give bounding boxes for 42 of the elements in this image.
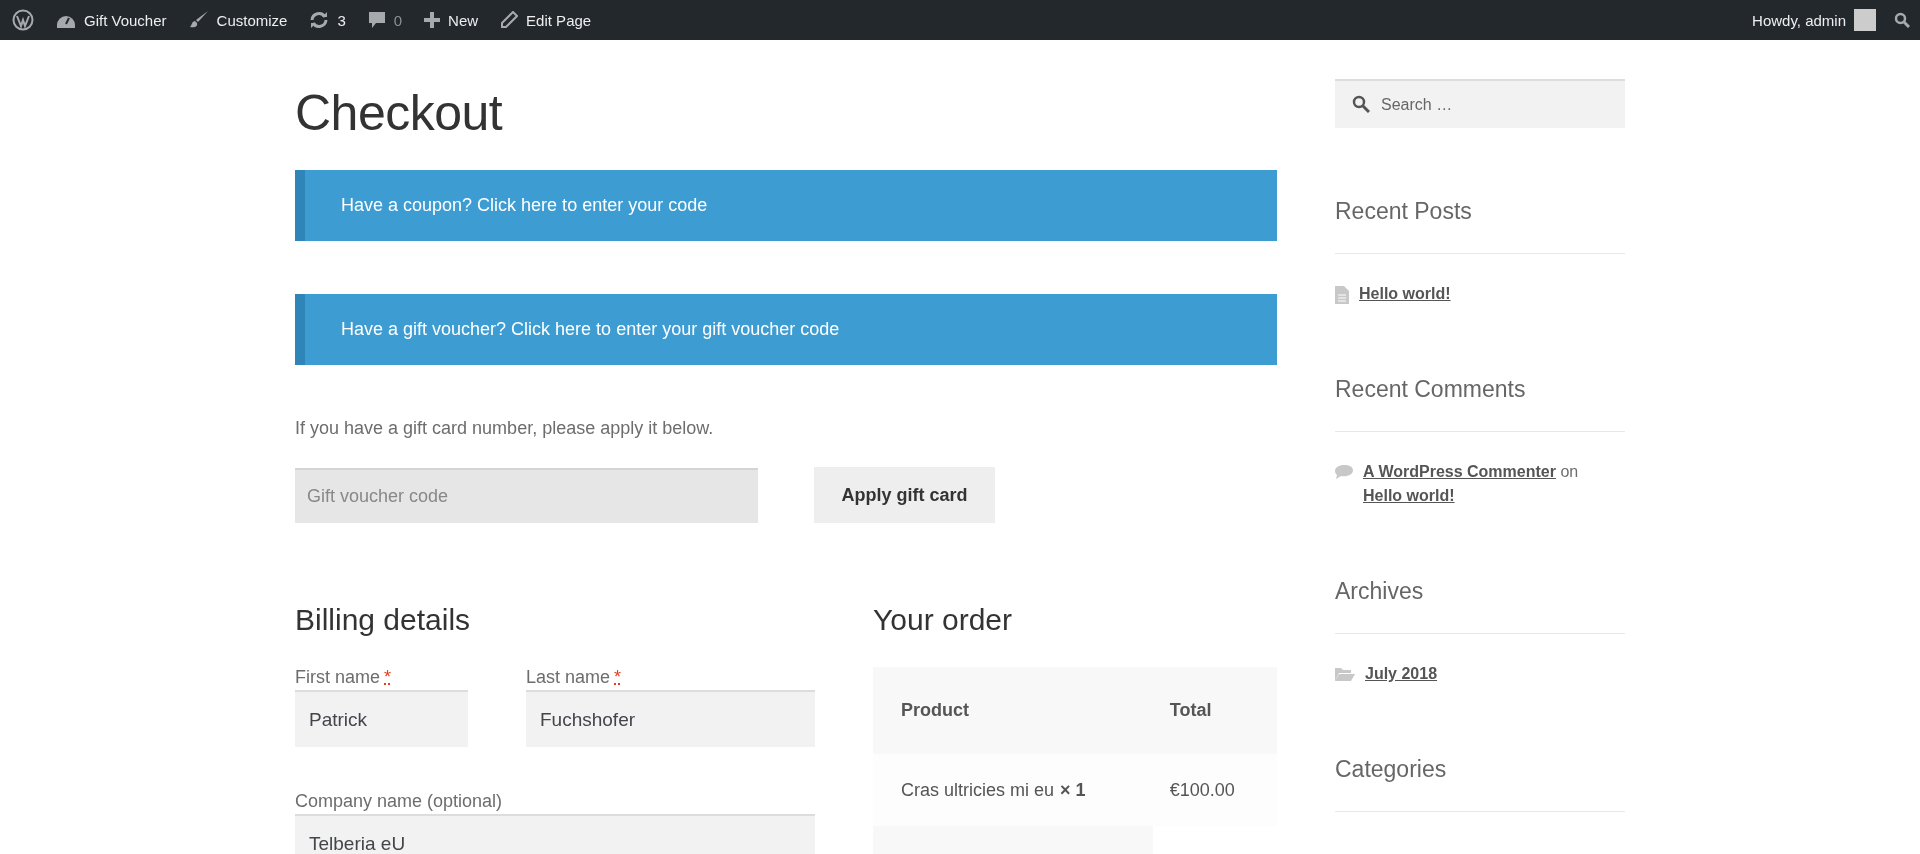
- search-field[interactable]: Search …: [1335, 79, 1625, 128]
- admin-bar-item[interactable]: 3: [309, 11, 346, 29]
- column-header: Product: [873, 667, 1142, 754]
- speech-bubble-icon: [367, 11, 386, 29]
- speech-bubble-icon: [1335, 464, 1353, 480]
- widget-link[interactable]: Hello world!: [1359, 285, 1451, 302]
- order-heading: Your order: [873, 603, 1013, 637]
- widget-text: on: [1560, 463, 1579, 480]
- widget-link[interactable]: July 2018: [1365, 665, 1438, 682]
- account-menu[interactable]: Howdy, admin: [1752, 9, 1876, 31]
- refresh-icon: [309, 11, 330, 29]
- column-header: Total: [1141, 667, 1277, 754]
- widget-link[interactable]: Hello world!: [1363, 487, 1455, 504]
- admin-bar-item[interactable]: Edit Page: [500, 11, 592, 29]
- field-label: Company name (optional): [295, 791, 504, 812]
- widget-title: Recent Comments: [1335, 376, 1625, 432]
- widget-link[interactable]: A WordPress Commenter: [1363, 463, 1556, 480]
- document-icon: [1335, 286, 1349, 304]
- admin-bar-item[interactable]: Customize: [188, 10, 288, 30]
- folder-icon: [1335, 666, 1355, 682]
- text-field[interactable]: Patrick: [295, 690, 468, 747]
- widget-title: Recent Posts: [1335, 198, 1625, 254]
- field-label: Last name *: [526, 667, 623, 688]
- wordpress-logo-icon[interactable]: [12, 9, 34, 31]
- widget-title: Categories: [1335, 756, 1625, 812]
- admin-bar-item[interactable]: Gift Voucher: [56, 11, 167, 29]
- admin-bar-item[interactable]: New: [424, 11, 479, 29]
- text-field[interactable]: Fuchshofer: [526, 690, 815, 747]
- widget-title: Archives: [1335, 578, 1625, 634]
- pencil-icon: [500, 11, 519, 29]
- brush-icon: [188, 10, 209, 30]
- gift-card-intro: If you have a gift card number, please apply it below.: [295, 418, 715, 439]
- billing-heading: Billing details: [295, 603, 472, 637]
- gift-voucher-field[interactable]: Gift voucher code: [295, 467, 758, 523]
- avatar-icon: [1854, 9, 1876, 31]
- page-title: Checkout: [295, 84, 504, 142]
- search-icon[interactable]: [1894, 12, 1910, 28]
- admin-bar-item[interactable]: 0: [367, 11, 403, 29]
- apply-gift-card-button[interactable]: Apply gift card: [814, 467, 995, 523]
- text-field[interactable]: Telberia eU: [295, 814, 815, 854]
- plus-icon: [424, 12, 441, 28]
- field-label: First name *: [295, 667, 393, 688]
